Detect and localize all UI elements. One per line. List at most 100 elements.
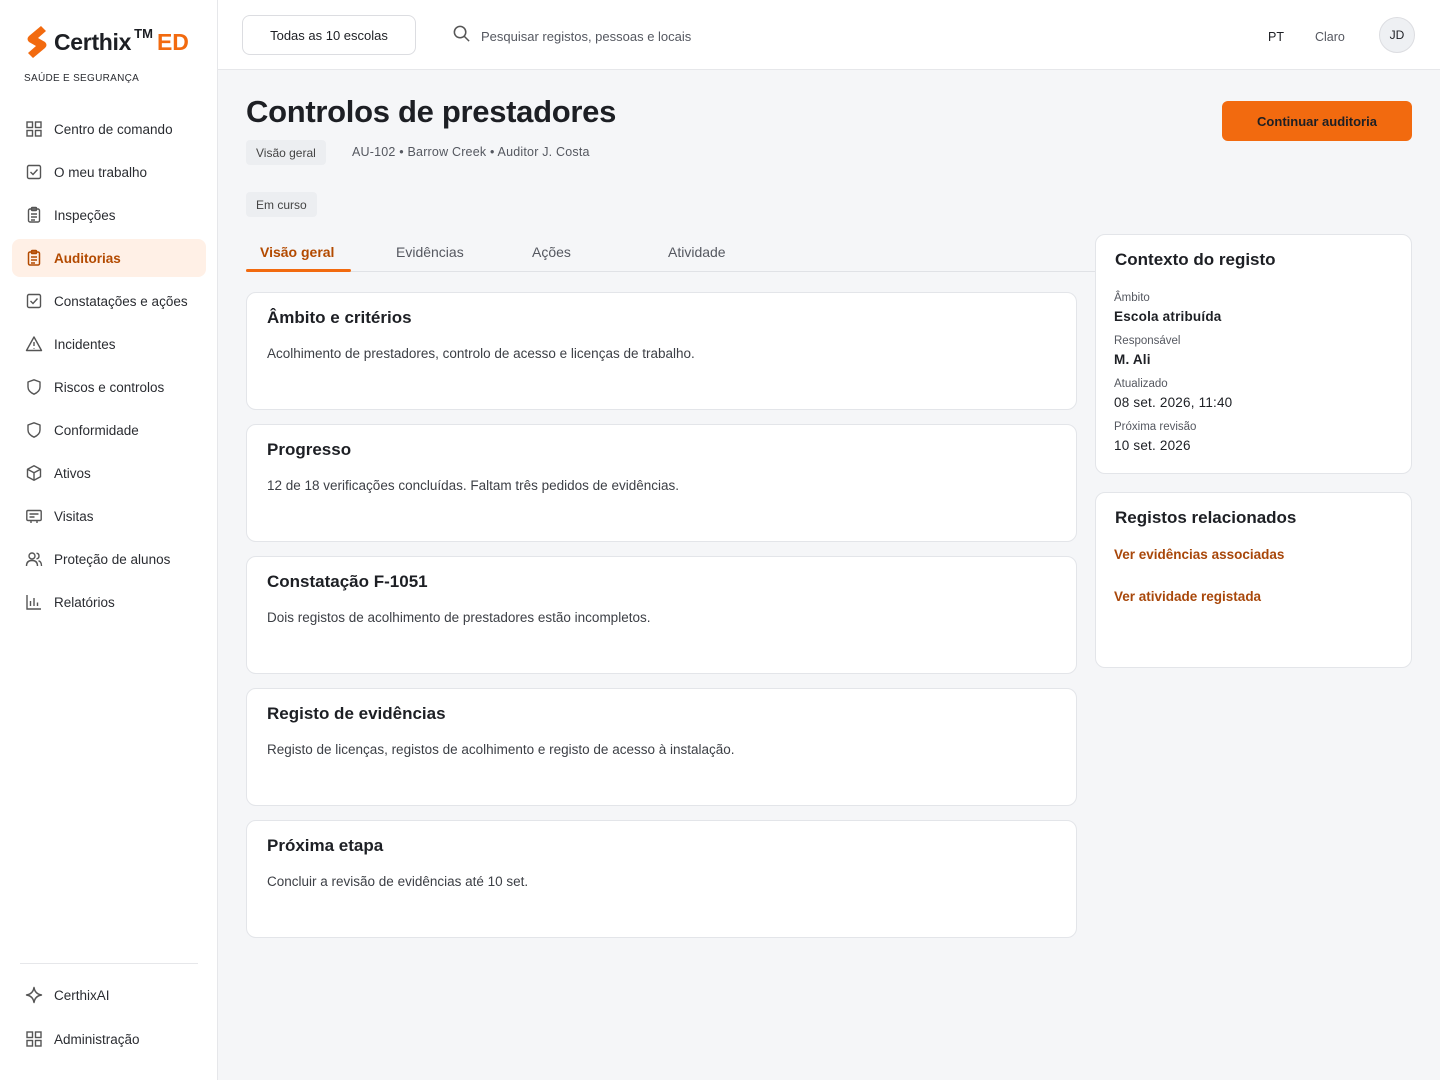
card-body: 12 de 18 verificações concluídas. Faltam… bbox=[267, 478, 679, 493]
panel-title: Registos relacionados bbox=[1115, 508, 1297, 527]
field-value-responsavel: M. Ali bbox=[1114, 352, 1151, 367]
active-tab-indicator bbox=[246, 269, 351, 272]
card-body: Dois registos de acolhimento de prestado… bbox=[267, 610, 651, 625]
record-context-panel: Contexto do registo Âmbito Escola atribu… bbox=[1095, 234, 1412, 474]
search-icon bbox=[452, 24, 471, 48]
search-bar bbox=[452, 24, 781, 48]
id-card-icon bbox=[24, 506, 44, 526]
sidebar-item-label: Proteção de alunos bbox=[54, 551, 171, 567]
sidebar-item-label: Incidentes bbox=[54, 336, 116, 352]
clipboard-list-icon bbox=[24, 248, 44, 268]
search-input[interactable] bbox=[481, 28, 781, 44]
sidebar-item-inspecoes[interactable]: Inspeções bbox=[12, 196, 206, 234]
logo-mark-icon bbox=[27, 26, 47, 58]
tab-evidencias[interactable]: Evidências bbox=[396, 232, 464, 272]
warning-icon bbox=[24, 334, 44, 354]
field-label-atualizado: Atualizado bbox=[1114, 378, 1168, 390]
brand-tm: TM bbox=[134, 25, 153, 41]
sidebar-item-label: CerthixAI bbox=[54, 987, 110, 1003]
view-linked-evidence-link[interactable]: Ver evidências associadas bbox=[1114, 547, 1284, 562]
view-recorded-activity-link[interactable]: Ver atividade registada bbox=[1114, 589, 1261, 604]
bar-chart-icon bbox=[24, 592, 44, 612]
card-title: Próxima etapa bbox=[267, 836, 384, 855]
sidebar-item-label: Centro de comando bbox=[54, 121, 173, 137]
tab-atividade[interactable]: Atividade bbox=[668, 232, 726, 272]
sidebar-item-relatorios[interactable]: Relatórios bbox=[12, 583, 206, 621]
cube-icon bbox=[24, 463, 44, 483]
topbar: Todas as 10 escolas PT Claro JD bbox=[218, 0, 1440, 70]
field-value-atualizado: 08 set. 2026, 11:40 bbox=[1114, 395, 1233, 410]
school-selector-button[interactable]: Todas as 10 escolas bbox=[242, 15, 416, 55]
card-title: Âmbito e critérios bbox=[267, 308, 412, 327]
brand-logo[interactable]: Certhix TM ED bbox=[24, 24, 189, 60]
continue-audit-button[interactable]: Continuar auditoria bbox=[1222, 101, 1412, 141]
language-toggle[interactable]: PT bbox=[1268, 30, 1284, 44]
shield-icon bbox=[24, 420, 44, 440]
users-icon bbox=[24, 549, 44, 569]
clipboard-icon bbox=[24, 205, 44, 225]
card-title: Progresso bbox=[267, 440, 352, 459]
card-constatacao: Constatação F-1051 Dois registos de acol… bbox=[246, 556, 1077, 674]
breadcrumb-chip[interactable]: Visão geral bbox=[246, 140, 326, 165]
sidebar-item-label: Riscos e controlos bbox=[54, 379, 165, 395]
sparkle-icon bbox=[24, 985, 44, 1005]
field-label-responsavel: Responsável bbox=[1114, 335, 1181, 347]
sidebar-item-visitas[interactable]: Visitas bbox=[12, 497, 206, 535]
user-avatar[interactable]: JD bbox=[1379, 17, 1415, 53]
grid-icon bbox=[24, 1029, 44, 1049]
sidebar-item-certhixai[interactable]: CerthixAI bbox=[12, 976, 206, 1014]
checkbox-icon bbox=[24, 291, 44, 311]
sidebar-item-label: Administração bbox=[54, 1031, 140, 1047]
card-progresso: Progresso 12 de 18 verificações concluíd… bbox=[246, 424, 1077, 542]
field-label-ambito: Âmbito bbox=[1114, 292, 1150, 304]
card-body: Concluir a revisão de evidências até 10 … bbox=[267, 874, 529, 889]
sidebar-bottom-nav: CerthixAI Administração bbox=[12, 976, 206, 1064]
sidebar-item-label: Constatações e ações bbox=[54, 293, 188, 309]
record-meta: AU-102 • Barrow Creek • Auditor J. Costa bbox=[352, 145, 590, 159]
card-title: Constatação F-1051 bbox=[267, 572, 428, 591]
brand-name: Certhix bbox=[54, 28, 132, 55]
page-title: Controlos de prestadores bbox=[246, 94, 617, 129]
sidebar-item-label: O meu trabalho bbox=[54, 164, 148, 180]
sidebar-item-protecao-de-alunos[interactable]: Proteção de alunos bbox=[12, 540, 206, 578]
sidebar-item-constatacoes-e-acoes[interactable]: Constatações e ações bbox=[12, 282, 206, 320]
field-label-proxima-revisao: Próxima revisão bbox=[1114, 421, 1197, 433]
sidebar-item-label: Auditorias bbox=[54, 250, 121, 266]
card-title: Registo de evidências bbox=[267, 704, 446, 723]
related-records-panel: Registos relacionados Ver evidências ass… bbox=[1095, 492, 1412, 668]
sidebar-item-incidentes[interactable]: Incidentes bbox=[12, 325, 206, 363]
sidebar-item-label: Ativos bbox=[54, 465, 91, 481]
status-badge: Em curso bbox=[246, 192, 317, 217]
theme-toggle[interactable]: Claro bbox=[1315, 30, 1345, 44]
sidebar-item-label: Relatórios bbox=[54, 594, 115, 610]
sidebar-item-administracao[interactable]: Administração bbox=[12, 1020, 206, 1058]
shield-icon bbox=[24, 377, 44, 397]
sidebar-item-label: Conformidade bbox=[54, 422, 139, 438]
tab-acoes[interactable]: Ações bbox=[532, 232, 571, 272]
panel-title: Contexto do registo bbox=[1115, 250, 1276, 269]
card-body: Acolhimento de prestadores, controlo de … bbox=[267, 346, 695, 361]
sidebar: Certhix TM ED SAÚDE E SEGURANÇA Centro d… bbox=[0, 0, 218, 1080]
sidebar-divider bbox=[20, 963, 198, 964]
field-value-ambito: Escola atribuída bbox=[1114, 309, 1222, 324]
checkbox-icon bbox=[24, 162, 44, 182]
card-proxima-etapa: Próxima etapa Concluir a revisão de evid… bbox=[246, 820, 1077, 938]
brand-tagline: SAÚDE E SEGURANÇA bbox=[24, 73, 140, 84]
tab-visao-geral[interactable]: Visão geral bbox=[260, 232, 334, 272]
sidebar-nav: Centro de comando O meu trabalho Inspeçõ… bbox=[12, 110, 206, 626]
sidebar-item-centro-de-comando[interactable]: Centro de comando bbox=[12, 110, 206, 148]
card-body: Registo de licenças, registos de acolhim… bbox=[267, 742, 735, 757]
field-value-proxima-revisao: 10 set. 2026 bbox=[1114, 438, 1191, 453]
card-registo-evidencias: Registo de evidências Registo de licença… bbox=[246, 688, 1077, 806]
card-ambito-criterios: Âmbito e critérios Acolhimento de presta… bbox=[246, 292, 1077, 410]
sidebar-item-conformidade[interactable]: Conformidade bbox=[12, 411, 206, 449]
tab-bar: Visão geral Evidências Ações Atividade bbox=[246, 232, 1096, 272]
sidebar-item-riscos-e-controlos[interactable]: Riscos e controlos bbox=[12, 368, 206, 406]
sidebar-item-o-meu-trabalho[interactable]: O meu trabalho bbox=[12, 153, 206, 191]
sidebar-item-label: Visitas bbox=[54, 508, 94, 524]
brand-suffix: ED bbox=[156, 28, 189, 55]
grid-icon bbox=[24, 119, 44, 139]
sidebar-item-auditorias[interactable]: Auditorias bbox=[12, 239, 206, 277]
sidebar-item-ativos[interactable]: Ativos bbox=[12, 454, 206, 492]
sidebar-item-label: Inspeções bbox=[54, 207, 116, 223]
